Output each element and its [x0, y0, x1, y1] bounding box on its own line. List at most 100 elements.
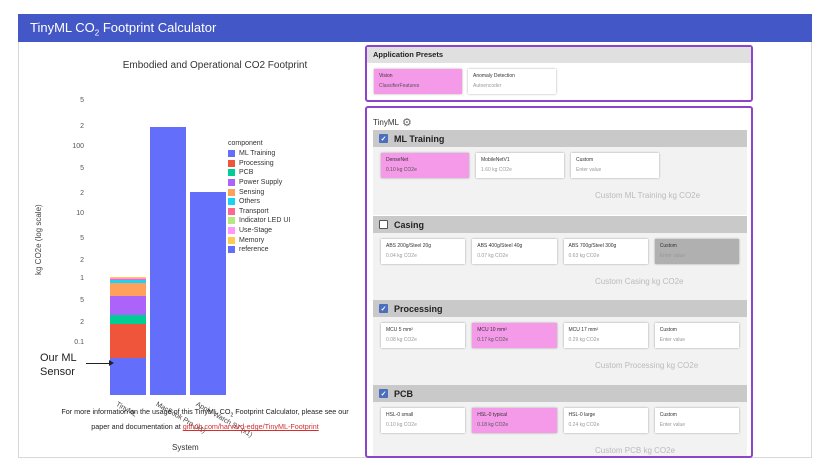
card-label: Custom	[659, 243, 677, 249]
y-tick-label: 10	[76, 210, 84, 217]
option-card[interactable]: HSL-0 small 0.10 kg CO2e	[381, 408, 466, 433]
legend-item[interactable]: reference	[228, 245, 290, 255]
option-card[interactable]: Custom Enter value	[654, 408, 739, 433]
bar-segment[interactable]	[110, 315, 146, 325]
gear-icon[interactable]: ⚙	[402, 116, 412, 129]
legend-label: Sensing	[239, 188, 265, 196]
annotation-line2: Sensor	[40, 366, 75, 378]
card-sub: 0.08 kg CO2e	[386, 337, 417, 343]
legend-swatch	[228, 179, 235, 187]
section-header: ✓ ML Training	[373, 130, 747, 147]
app-title: TinyML CO2 Footprint Calculator	[30, 20, 217, 38]
card-label: Anomaly Detection	[473, 73, 515, 79]
section-checkbox[interactable]: ✓	[379, 134, 388, 143]
legend-item[interactable]: Others	[228, 197, 290, 207]
x-axis-label: System	[172, 443, 199, 452]
y-tick-label: 2	[80, 257, 84, 264]
legend-item[interactable]: Memory	[228, 235, 290, 245]
y-tick-label: 5	[80, 165, 84, 172]
legend-swatch	[228, 188, 235, 196]
section-checkbox[interactable]	[379, 220, 388, 229]
card-sub: 1.60 kg CO2e	[481, 167, 512, 173]
bar-segment[interactable]	[150, 126, 186, 395]
card-label: MobileNetV1	[481, 157, 510, 163]
legend-swatch	[228, 236, 235, 244]
section-title: PCB	[394, 388, 414, 399]
card-sub: 0.24 kg CO2e	[568, 422, 600, 428]
preset-card[interactable]: Anomaly Detection Autoencoder	[468, 69, 556, 94]
bar-segment[interactable]	[110, 283, 146, 297]
section-header: Casing	[373, 216, 747, 233]
option-card[interactable]: MCU 17 mm² 0.29 kg CO2e	[563, 323, 648, 348]
card-sub: Enter value	[576, 167, 602, 173]
legend-swatch	[228, 207, 235, 215]
option-card[interactable]: ABS 200g/Steel 20g 0.04 kg CO2e	[381, 239, 466, 264]
card-sub: Enter value	[659, 253, 686, 259]
legend-item[interactable]: ML Training	[228, 149, 290, 159]
bar-segment[interactable]	[110, 280, 146, 284]
legend-item[interactable]: Processing	[228, 159, 290, 169]
option-card[interactable]: Custom Enter value	[654, 323, 739, 348]
section-checkbox[interactable]: ✓	[379, 389, 388, 398]
legend-swatch	[228, 198, 235, 206]
y-tick-label: 2	[80, 319, 84, 326]
card-sub: 0.10 kg CO2e	[386, 167, 417, 173]
legend-item[interactable]: Transport	[228, 207, 290, 217]
option-card[interactable]: HSL-0 typical 0.18 kg CO2e	[472, 408, 557, 433]
custom-value-input[interactable]: Custom PCB kg CO2e	[595, 446, 675, 455]
docs-link[interactable]: github.com/harvard-edge/TinyML-Footprint	[183, 422, 319, 431]
legend-label: Power Supply	[239, 179, 283, 187]
legend-swatch	[228, 227, 235, 235]
card-label: Vision	[379, 73, 393, 79]
legend-item[interactable]: Use-Stage	[228, 226, 290, 236]
option-card[interactable]: ABS 700g/Steel 300g 0.63 kg CO2e	[563, 239, 648, 264]
option-card[interactable]: Custom Enter value	[654, 239, 739, 264]
custom-value-input[interactable]: Custom ML Training kg CO2e	[595, 191, 700, 200]
legend-item[interactable]: Indicator LED UI	[228, 216, 290, 226]
legend-label: Use-Stage	[239, 227, 273, 235]
section-header: ✓ Processing	[373, 300, 747, 317]
y-tick-label: 1	[80, 275, 84, 282]
bar-segment[interactable]	[110, 277, 146, 279]
legend-label: PCB	[239, 169, 254, 177]
option-card[interactable]: Custom Enter value	[571, 153, 659, 178]
chart-legend: component ML Training Processing PCB Power …	[228, 140, 290, 255]
legend-label: Memory	[239, 236, 265, 244]
bar-segment[interactable]	[190, 192, 226, 395]
card-sub: Enter value	[659, 337, 686, 343]
card-label: ABS 200g/Steel 20g	[386, 243, 432, 249]
section-title: Casing	[394, 219, 425, 230]
section-checkbox[interactable]: ✓	[379, 304, 388, 313]
bar-segment[interactable]	[110, 296, 146, 316]
card-label: Custom	[576, 157, 594, 163]
app-header: TinyML CO2 Footprint Calculator	[18, 14, 812, 42]
section-ml-training: ✓ ML Training DenseNet 0.10 kg CO2e MobileNe…	[373, 130, 747, 215]
section-body: HSL-0 small 0.10 kg CO2e HSL-0 typical 0.18…	[373, 402, 747, 456]
legend-label: Others	[239, 198, 261, 206]
y-axis-label: kg CO2e (log scale)	[34, 204, 43, 275]
legend-item[interactable]: PCB	[228, 168, 290, 178]
preset-card[interactable]: Vision ClassifierFeatures	[374, 69, 462, 94]
option-card[interactable]: MCU 10 mm² 0.17 kg CO2e	[472, 323, 557, 348]
y-tick-label: 5	[80, 97, 84, 104]
legend-label: reference	[239, 246, 269, 254]
option-card[interactable]: DenseNet 0.10 kg CO2e	[381, 153, 469, 178]
custom-value-input[interactable]: Custom Casing kg CO2e	[595, 277, 683, 286]
option-card[interactable]: MCU 5 mm² 0.08 kg CO2e	[381, 323, 466, 348]
option-card[interactable]: ABS 400g/Steel 40g 0.07 kg CO2e	[472, 239, 557, 264]
card-label: Custom	[659, 327, 677, 333]
section-body: ABS 200g/Steel 20g 0.04 kg CO2e ABS 400g/S…	[373, 233, 747, 301]
card-sub: Enter value	[659, 422, 686, 428]
bar-segment[interactable]	[110, 357, 146, 395]
bar-segment[interactable]	[110, 324, 146, 358]
tinyml-config-panel: TinyML ⚙ ✓ ML Training DenseNet 0.10 kg CO2…	[365, 106, 753, 458]
legend-item[interactable]: Power Supply	[228, 178, 290, 188]
option-card[interactable]: HSL-0 large 0.24 kg CO2e	[563, 408, 648, 433]
custom-value-input[interactable]: Custom Processing kg CO2e	[595, 361, 698, 370]
card-sub: ClassifierFeatures	[379, 83, 420, 89]
legend-item[interactable]: Sensing	[228, 187, 290, 197]
card-sub: 0.17 kg CO2e	[477, 337, 509, 343]
option-card[interactable]: MobileNetV1 1.60 kg CO2e	[476, 153, 564, 178]
legend-swatch	[228, 217, 235, 225]
ml-sensor-annotation: Our ML Sensor	[40, 351, 77, 379]
